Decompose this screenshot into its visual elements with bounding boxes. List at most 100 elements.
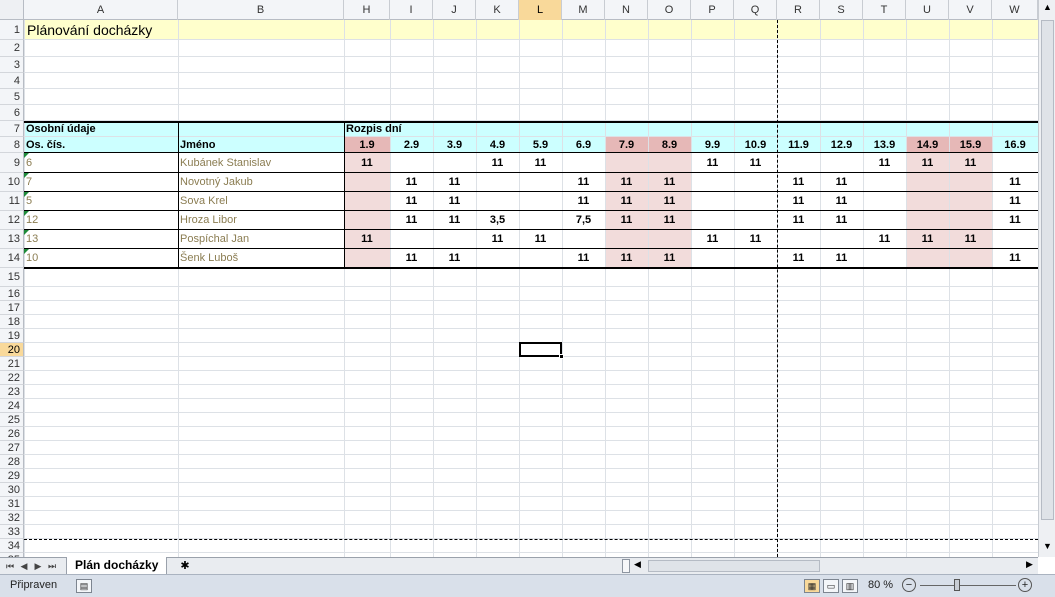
hours-cell[interactable]: 11 xyxy=(820,192,863,211)
hours-cell[interactable]: 11 xyxy=(777,192,820,211)
row-header-11[interactable]: 11 xyxy=(0,192,24,211)
date-header-cell[interactable]: 4.9 xyxy=(476,137,519,153)
date-header-cell[interactable]: 9.9 xyxy=(691,137,734,153)
hours-cell[interactable] xyxy=(949,192,992,211)
hours-cell[interactable]: 11 xyxy=(777,173,820,192)
row-header-26[interactable]: 26 xyxy=(0,427,24,441)
page-title[interactable]: Plánování docházky xyxy=(24,20,324,40)
tab-split-handle[interactable] xyxy=(622,559,630,573)
hours-cell[interactable]: 11 xyxy=(433,249,476,268)
date-header-cell[interactable]: 5.9 xyxy=(519,137,562,153)
column-header-q[interactable]: Q xyxy=(734,0,777,20)
hours-cell[interactable]: 11 xyxy=(519,230,562,249)
row-header-18[interactable]: 18 xyxy=(0,315,24,329)
column-header-s[interactable]: S xyxy=(820,0,863,20)
column-header-l[interactable]: L xyxy=(519,0,562,20)
error-indicator-icon[interactable] xyxy=(24,249,29,254)
hours-cell[interactable] xyxy=(691,249,734,268)
row-header-21[interactable]: 21 xyxy=(0,357,24,371)
hours-cell[interactable]: 11 xyxy=(734,230,777,249)
hours-cell[interactable]: 11 xyxy=(476,230,519,249)
hours-cell[interactable] xyxy=(344,249,390,268)
hours-cell[interactable]: 11 xyxy=(344,230,390,249)
hours-cell[interactable]: 11 xyxy=(734,153,777,173)
row-header-2[interactable]: 2 xyxy=(0,40,24,57)
hours-cell[interactable] xyxy=(648,153,691,173)
hours-cell[interactable]: 11 xyxy=(433,211,476,230)
row-header-32[interactable]: 32 xyxy=(0,511,24,525)
row-header-29[interactable]: 29 xyxy=(0,469,24,483)
chevron-left-icon[interactable]: ◀ xyxy=(634,559,644,573)
hours-cell[interactable]: 3,5 xyxy=(476,211,519,230)
date-header-cell[interactable]: 16.9 xyxy=(992,137,1038,153)
row-header-8[interactable]: 8 xyxy=(0,137,24,153)
date-header-cell[interactable]: 7.9 xyxy=(605,137,648,153)
hours-cell[interactable] xyxy=(820,230,863,249)
hours-cell[interactable] xyxy=(519,249,562,268)
hours-cell[interactable] xyxy=(949,211,992,230)
hours-cell[interactable] xyxy=(863,192,906,211)
date-header-cell[interactable]: 10.9 xyxy=(734,137,777,153)
hours-cell[interactable]: 11 xyxy=(562,173,605,192)
section-personal-label[interactable]: Osobní údaje xyxy=(24,121,174,137)
row-header-30[interactable]: 30 xyxy=(0,483,24,497)
insert-sheet-icon[interactable]: ✱ xyxy=(176,559,194,573)
sheet-tab-active[interactable]: Plán docházky xyxy=(66,557,168,575)
hours-cell[interactable] xyxy=(390,230,433,249)
hours-cell[interactable] xyxy=(476,173,519,192)
hours-cell[interactable]: 11 xyxy=(691,230,734,249)
employee-id-cell[interactable]: 7 xyxy=(24,173,174,192)
column-header-k[interactable]: K xyxy=(476,0,519,20)
hours-cell[interactable] xyxy=(605,230,648,249)
row-header-33[interactable]: 33 xyxy=(0,525,24,539)
hours-cell[interactable] xyxy=(433,230,476,249)
hours-cell[interactable] xyxy=(605,153,648,173)
hours-cell[interactable] xyxy=(992,153,1038,173)
zoom-slider-thumb[interactable] xyxy=(954,579,960,591)
employee-name-cell[interactable]: Hroza Libor xyxy=(178,211,343,230)
column-id-label[interactable]: Os. čís. xyxy=(24,137,174,153)
column-header-t[interactable]: T xyxy=(863,0,906,20)
date-header-cell[interactable]: 3.9 xyxy=(433,137,476,153)
row-header-20[interactable]: 20 xyxy=(0,343,24,357)
hours-cell[interactable] xyxy=(562,153,605,173)
hours-cell[interactable] xyxy=(820,153,863,173)
row-header-9[interactable]: 9 xyxy=(0,153,24,173)
hours-cell[interactable] xyxy=(992,230,1038,249)
hours-cell[interactable]: 11 xyxy=(390,211,433,230)
employee-name-cell[interactable]: Sova Krel xyxy=(178,192,343,211)
hours-cell[interactable]: 11 xyxy=(949,153,992,173)
hours-cell[interactable] xyxy=(691,173,734,192)
section-days-label[interactable]: Rozpis dní xyxy=(344,121,494,137)
error-indicator-icon[interactable] xyxy=(24,230,29,235)
hours-cell[interactable]: 11 xyxy=(820,211,863,230)
normal-view-icon[interactable]: ▦ xyxy=(804,579,820,593)
zoom-level[interactable]: 80 % xyxy=(868,579,893,591)
hours-cell[interactable]: 11 xyxy=(519,153,562,173)
hours-cell[interactable]: 11 xyxy=(863,230,906,249)
row-header-14[interactable]: 14 xyxy=(0,249,24,268)
hours-cell[interactable]: 11 xyxy=(390,249,433,268)
hours-cell[interactable] xyxy=(949,173,992,192)
row-header-5[interactable]: 5 xyxy=(0,89,24,105)
row-header-24[interactable]: 24 xyxy=(0,399,24,413)
fill-handle[interactable] xyxy=(559,354,564,359)
hours-cell[interactable]: 11 xyxy=(433,173,476,192)
row-header-28[interactable]: 28 xyxy=(0,455,24,469)
error-indicator-icon[interactable] xyxy=(24,153,29,158)
active-cell[interactable] xyxy=(519,342,562,357)
date-header-cell[interactable]: 13.9 xyxy=(863,137,906,153)
hours-cell[interactable] xyxy=(648,230,691,249)
hours-cell[interactable] xyxy=(863,249,906,268)
zoom-out-icon[interactable]: − xyxy=(902,578,916,592)
hours-cell[interactable]: 11 xyxy=(648,211,691,230)
column-header-v[interactable]: V xyxy=(949,0,992,20)
employee-name-cell[interactable]: Kubánek Stanislav xyxy=(178,153,343,173)
chevron-down-icon[interactable]: ▼ xyxy=(1041,541,1054,555)
date-header-cell[interactable]: 1.9 xyxy=(344,137,390,153)
hours-cell[interactable] xyxy=(433,153,476,173)
hours-cell[interactable]: 11 xyxy=(820,249,863,268)
hours-cell[interactable]: 11 xyxy=(605,173,648,192)
hours-cell[interactable]: 11 xyxy=(562,249,605,268)
hours-cell[interactable] xyxy=(519,211,562,230)
